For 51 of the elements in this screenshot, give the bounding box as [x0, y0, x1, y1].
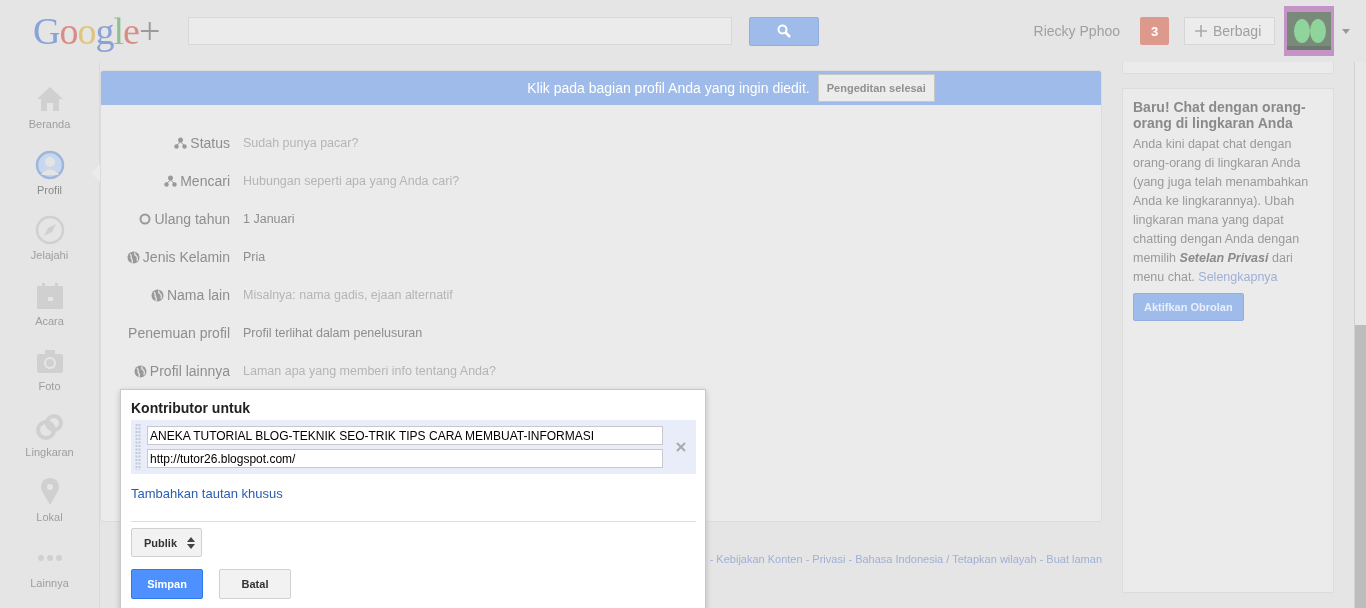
- enable-chat-button[interactable]: Aktifkan Obrolan: [1133, 293, 1244, 321]
- dialog-title: Kontributor untuk: [131, 400, 250, 416]
- chat-title: Baru! Chat dengan orang-orang di lingkaran Anda: [1133, 99, 1307, 131]
- share-button[interactable]: Berbagi: [1184, 17, 1275, 45]
- field-value[interactable]: 1 Januari: [243, 212, 295, 226]
- visibility-select[interactable]: Publik: [131, 528, 202, 557]
- search-icon: [777, 24, 791, 38]
- nav-item[interactable]: Lainnya: [0, 542, 99, 608]
- globe-icon: [150, 289, 164, 302]
- field-value[interactable]: Pria: [243, 250, 266, 264]
- field-label: Penemuan profil: [127, 325, 230, 341]
- scrollbar[interactable]: [1354, 62, 1366, 608]
- circle-icon: [139, 213, 152, 225]
- field-label: Ulang tahun: [101, 211, 230, 227]
- field-label: Profil lainnya: [101, 363, 230, 379]
- close-icon[interactable]: [676, 442, 686, 452]
- user-name[interactable]: Riecky Pphoo: [1033, 23, 1120, 39]
- link-url-field[interactable]: http://tutor26.blogspot.com/: [147, 449, 663, 468]
- field-label: Mencari: [101, 173, 230, 189]
- caret-icon[interactable]: [1342, 28, 1350, 34]
- nav-item[interactable]: Profil: [0, 149, 99, 215]
- chat-description: Anda kini dapat chat dengan orang-orang di lingkaran Anda (yang juga telah menambahkan Anda ke lingkarannya). Ubah lingkaran mana yang dapat chatting dengan Anda dengan memilih Setelan Privasi dari menu chat. Selengkapnya: [1133, 136, 1310, 286]
- link-title-field[interactable]: ANEKA TUTORIAL BLOG-TEKNIK SEO-TRIK TIPS CARA MEMBUAT-INFORMASI: [147, 426, 663, 445]
- save-button[interactable]: Simpan: [131, 569, 203, 599]
- cancel-button[interactable]: Batal: [219, 569, 291, 599]
- nav-item[interactable]: Foto: [0, 346, 99, 412]
- more-link[interactable]: Selengkapnya: [1198, 270, 1278, 284]
- globe-icon: [126, 251, 140, 264]
- done-editing-button[interactable]: Pengeditan selesai: [817, 74, 935, 102]
- globe-icon: [133, 365, 147, 378]
- notification-count[interactable]: 3: [1140, 17, 1169, 45]
- footer-links[interactable]: - Kebijakan Konten - Privasi - Bahasa Indonesia / Tetapkan wilayah - Buat laman: [709, 553, 1102, 565]
- field-value[interactable]: Profil terlihat dalam penelusuran: [243, 326, 423, 340]
- drag-handle-icon[interactable]: [135, 424, 141, 470]
- nav-item[interactable]: Beranda: [0, 84, 99, 150]
- people-icon: [174, 137, 188, 149]
- nav-item[interactable]: Lokal: [0, 477, 99, 543]
- banner-message: Klik pada bagian profil Anda yang ingin diedit.: [527, 80, 810, 96]
- logo[interactable]: Google+: [33, 12, 188, 50]
- plus-icon: [1195, 25, 1207, 37]
- field-label: Jenis Kelamin: [101, 249, 230, 265]
- people-icon: [164, 175, 178, 187]
- nav-item[interactable]: Acara: [0, 280, 99, 346]
- field-label: Status: [101, 135, 230, 151]
- up-down-icon: [187, 536, 195, 549]
- nav-item[interactable]: Lingkaran: [0, 411, 99, 477]
- add-custom-link[interactable]: Tambahkan tautan khusus: [131, 486, 283, 501]
- field-label: Nama lain: [101, 287, 230, 303]
- profile-icon: [34, 149, 65, 180]
- search-button[interactable]: [749, 16, 819, 46]
- nav-item[interactable]: Jelajahi: [0, 215, 99, 281]
